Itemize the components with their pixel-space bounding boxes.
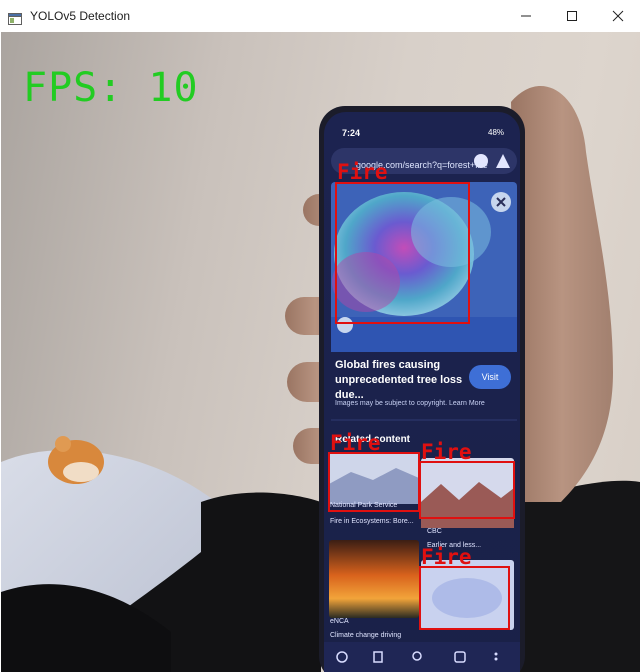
- maximize-icon: [567, 11, 577, 21]
- app-window-icon: [8, 10, 22, 25]
- webcam-scene: [1, 86, 640, 672]
- detection-box: [419, 566, 510, 630]
- fps-counter: FPS: 10: [23, 65, 199, 111]
- detection-label: Fire: [330, 431, 381, 455]
- detection-box: [328, 452, 420, 512]
- camera-frame: FPS: 10 7:24 48% google.com/search?q=for…: [1, 32, 640, 672]
- phone-visit-button: Visit: [469, 365, 511, 389]
- phone-headline: Global fires causing unprecedented tree …: [335, 359, 463, 401]
- detection-box: [419, 461, 515, 519]
- phone-tile-caption: Climate change driving: [330, 632, 402, 639]
- minimize-icon: [521, 15, 531, 17]
- phone-tile-source: CBC: [427, 528, 442, 535]
- detection-label: Fire: [421, 545, 472, 569]
- minimize-button[interactable]: [503, 0, 549, 32]
- maximize-button[interactable]: [549, 0, 595, 32]
- phone-status-time: 7:24: [342, 128, 361, 138]
- phone-tile-source: eNCA: [330, 618, 349, 625]
- close-button[interactable]: [595, 0, 641, 32]
- phone-battery: 48%: [488, 128, 505, 137]
- detection-label: Fire: [421, 440, 472, 464]
- close-icon: [612, 10, 624, 22]
- title-bar: YOLOv5 Detection: [0, 0, 641, 32]
- detection-label: Fire: [337, 160, 388, 184]
- phone-copyright-note: Images may be subject to copyright. Lear…: [335, 400, 485, 407]
- window-title: YOLOv5 Detection: [30, 9, 131, 23]
- phone-tile-caption: Fire in Ecosystems: Bore...: [330, 518, 414, 525]
- detection-box: [335, 182, 470, 324]
